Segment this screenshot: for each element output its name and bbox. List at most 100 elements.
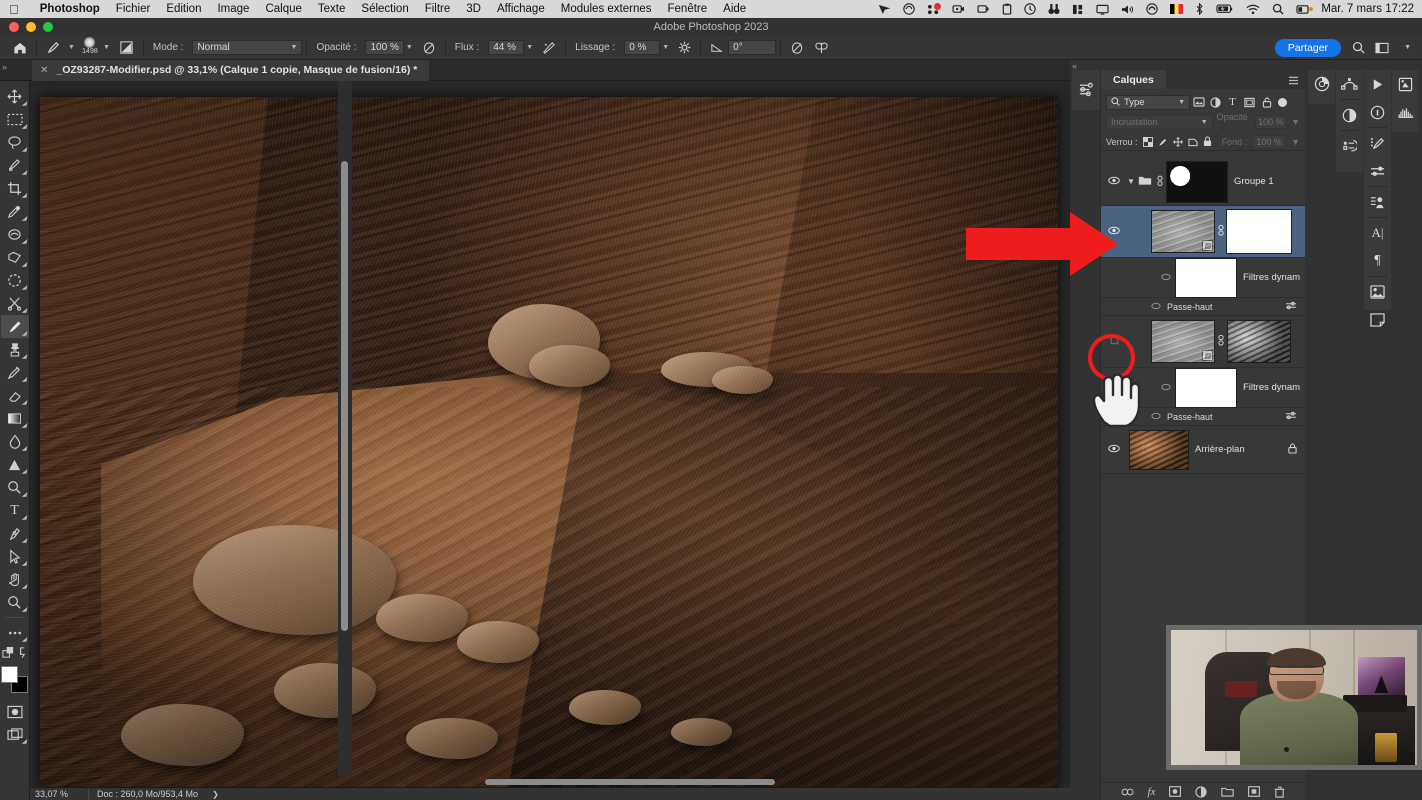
panel-menu-icon[interactable] [1288, 76, 1299, 87]
character-icon[interactable]: A| [1364, 219, 1391, 247]
apple-logo-icon[interactable]:  [9, 3, 19, 16]
link-layers-button[interactable] [1121, 788, 1134, 796]
screen-mode-icon[interactable]: ◢ [1, 723, 29, 746]
workspace-icon[interactable] [1370, 36, 1394, 60]
share-button[interactable]: Partager [1274, 38, 1342, 57]
brush-size-chevron-icon[interactable]: ▼ [103, 44, 110, 51]
brush-preset-chevron-icon[interactable]: ▼ [68, 44, 75, 51]
gradient-tool[interactable]: ◢ [1, 407, 29, 430]
quick-mask-icon[interactable] [1, 700, 29, 723]
history-brush-tool[interactable]: ◢ [1, 361, 29, 384]
brush-preset-icon[interactable] [41, 36, 66, 60]
object-selection-tool[interactable]: ◢ [1, 154, 29, 177]
filter-type-select[interactable]: Type ▼ [1106, 94, 1190, 110]
angle-icon[interactable] [705, 36, 728, 60]
layer-thumbnail[interactable]: ▤ [1151, 320, 1215, 363]
display-icon[interactable] [1096, 4, 1109, 15]
dodge-tool[interactable]: ◢ [1, 453, 29, 476]
layer-opacity-input[interactable]: 100 % [1254, 115, 1288, 129]
layer-thumbnail[interactable]: ▤ [1151, 210, 1215, 253]
control-center-icon[interactable] [1296, 4, 1314, 15]
mask-link-icon[interactable] [1215, 334, 1227, 349]
menu-bar-clock[interactable]: Mar. 7 mars 17:22 [1321, 3, 1414, 15]
pen-tool[interactable]: ◢ [1, 522, 29, 545]
zoom-level-field[interactable]: 33,07 % [30, 789, 88, 799]
menu-modules-externes[interactable]: Modules externes [553, 3, 660, 15]
libraries-icon[interactable] [1364, 278, 1391, 306]
zoom-detail-tool[interactable]: ◢ [1, 476, 29, 499]
bluejeans-icon[interactable] [878, 4, 891, 15]
filter-mask-thumbnail[interactable] [1175, 367, 1237, 408]
foreground-color-swatch[interactable] [0, 666, 18, 683]
tab-calques[interactable]: Calques [1101, 70, 1166, 89]
blend-mode-select[interactable]: Normal ▼ [192, 40, 303, 55]
layer-visibility-toggle[interactable] [1101, 176, 1127, 188]
eye-off-icon[interactable] [1151, 302, 1161, 312]
menu-3d[interactable]: 3D [458, 3, 489, 15]
filter-options-icon[interactable] [1285, 301, 1297, 313]
menu-fenetre[interactable]: Fenêtre [660, 3, 716, 15]
collapse-arrows-icon[interactable]: » [2, 62, 7, 72]
type-filter-icon[interactable]: T [1224, 94, 1241, 110]
lock-position-icon[interactable] [1172, 136, 1183, 147]
filter-name[interactable]: Passe-haut [1167, 412, 1213, 422]
filter-toggle-icon[interactable] [1278, 97, 1287, 107]
filter-name[interactable]: Passe-haut [1167, 302, 1213, 312]
time-machine-icon[interactable] [1024, 3, 1037, 15]
menu-filtre[interactable]: Filtre [417, 3, 459, 15]
clone-stamp-tool[interactable]: ◢ [1, 338, 29, 361]
table-row[interactable]: ▤ [1101, 206, 1305, 258]
list-item[interactable]: Passe-haut [1101, 298, 1305, 316]
canvas-vertical-scroll-track[interactable] [338, 81, 352, 776]
link-icon[interactable] [1154, 175, 1166, 189]
canvas-area[interactable] [30, 81, 1058, 788]
filter-group-name[interactable]: Filtres dynam [1243, 382, 1300, 393]
type-tool[interactable]: T ◢ [1, 499, 29, 522]
menu-texte[interactable]: Texte [310, 3, 354, 15]
layer-mask-thumbnail[interactable] [1227, 320, 1291, 363]
symmetry-butterfly-icon[interactable] [809, 36, 834, 60]
smoothing-input[interactable]: 0 % [624, 40, 661, 55]
hand-tool[interactable]: ◢ [1, 568, 29, 591]
notes-icon[interactable] [1364, 306, 1391, 334]
layer-blend-mode-select[interactable]: Incrustation ▼ [1106, 115, 1213, 129]
menu-edition[interactable]: Edition [158, 3, 209, 15]
filter-options-icon[interactable] [1285, 411, 1297, 423]
add-layer-mask-button[interactable] [1169, 786, 1182, 797]
lock-artboard-icon[interactable] [1187, 137, 1198, 147]
histogram-levels-icon[interactable] [1336, 132, 1363, 160]
spotlight-icon[interactable] [1272, 3, 1284, 15]
patch-tool[interactable]: ◢ [1, 246, 29, 269]
paths-icon[interactable] [1336, 70, 1363, 98]
color-swatches[interactable] [0, 666, 29, 694]
histogram-icon[interactable] [1392, 98, 1419, 126]
layer-name[interactable]: Groupe 1 [1234, 176, 1274, 187]
document-canvas[interactable] [40, 97, 1058, 787]
search-icon[interactable] [1347, 36, 1370, 60]
document-tab[interactable]: ✕ _OZ93287-Modifier.psd @ 33,1% (Calque … [32, 59, 430, 81]
stats-icon[interactable] [1072, 4, 1084, 15]
adjustments-sliders-icon[interactable] [1073, 76, 1099, 102]
rectangular-marquee-tool[interactable]: ◢ [1, 108, 29, 131]
lock-image-icon[interactable] [1158, 137, 1168, 147]
angle-input[interactable]: 0° [728, 40, 777, 55]
paragraph-icon[interactable]: ¶ [1364, 247, 1391, 275]
chevron-down-icon[interactable]: ▼ [1127, 177, 1138, 186]
menu-aide[interactable]: Aide [715, 3, 754, 15]
layer-opacity-chevron-icon[interactable]: ▼ [1291, 117, 1300, 127]
lock-transparency-icon[interactable] [1142, 136, 1153, 147]
zoom-tool[interactable]: ◢ [1, 591, 29, 614]
chevron-down-icon[interactable]: ▼ [1399, 36, 1416, 60]
mask-link-icon[interactable] [1215, 224, 1227, 239]
home-icon[interactable] [8, 36, 32, 60]
gear-icon[interactable] [673, 36, 696, 60]
pressure-opacity-icon[interactable] [417, 36, 441, 60]
airbrush-icon[interactable] [537, 36, 561, 60]
eraser-tool[interactable]: ◢ [1, 384, 29, 407]
eye-off-icon[interactable] [1151, 412, 1161, 422]
filter-mask-thumbnail[interactable] [1175, 257, 1237, 298]
lasso-tool[interactable]: ◢ [1, 131, 29, 154]
siri-icon[interactable] [1146, 3, 1159, 15]
color-wheel-icon[interactable] [1308, 70, 1335, 98]
group-mask-thumbnail[interactable] [1166, 160, 1228, 203]
